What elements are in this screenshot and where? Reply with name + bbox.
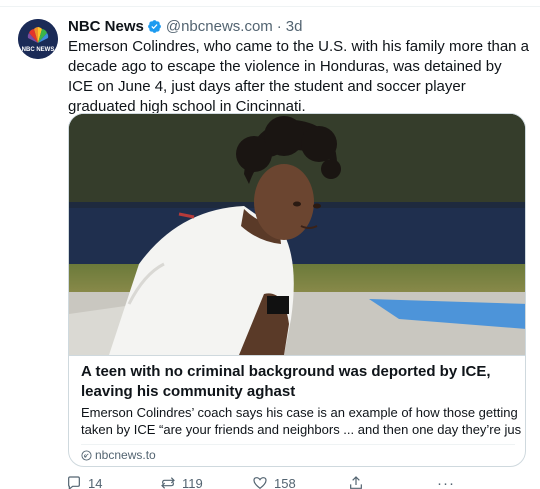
more-icon[interactable]: ··· — [437, 473, 455, 489]
tweet[interactable]: NBC NEWS NBC News @nbcnews.com · 3d Emer… — [0, 7, 540, 489]
reply-button[interactable]: 14 — [66, 473, 102, 489]
tweet-text: Emerson Colindres, who came to the U.S. … — [68, 38, 530, 115]
separator-dot: · — [276, 17, 282, 35]
tweet-header: NBC News @nbcnews.com · 3d — [68, 16, 302, 36]
repost-icon — [161, 477, 175, 489]
card-domain-text: nbcnews.to — [95, 448, 156, 462]
verified-icon — [147, 19, 162, 34]
like-icon — [253, 477, 267, 489]
card-image[interactable] — [69, 114, 525, 355]
link-card[interactable]: A teen with no criminal background was d… — [68, 113, 526, 467]
card-domain[interactable]: nbcnews.to — [81, 447, 156, 463]
like-count: 158 — [274, 475, 296, 489]
tweet-actions: 14 119 158 ··· — [62, 473, 482, 489]
avatar[interactable]: NBC NEWS — [18, 19, 58, 59]
card-title[interactable]: A teen with no criminal background was d… — [81, 362, 517, 402]
repost-count: 119 — [182, 475, 203, 489]
link-icon — [81, 449, 92, 461]
handle[interactable]: @nbcnews.com — [166, 18, 273, 35]
card-description: Emerson Colindres’ coach says his case i… — [81, 404, 521, 438]
timestamp[interactable]: 3d — [286, 18, 303, 35]
reply-count: 14 — [88, 475, 103, 489]
nbc-peacock-icon: NBC NEWS — [18, 19, 58, 59]
avatar-text: NBC NEWS — [22, 47, 55, 53]
more-button-label: ··· — [437, 474, 455, 489]
card-body[interactable]: A teen with no criminal background was d… — [69, 355, 525, 466]
card-divider — [81, 444, 515, 445]
card-description-line-1: Emerson Colindres’ coach says his case i… — [81, 405, 518, 420]
share-button[interactable] — [348, 473, 370, 489]
display-name[interactable]: NBC News — [68, 18, 144, 35]
like-button[interactable]: 158 — [252, 473, 296, 489]
repost-button[interactable]: 119 — [160, 473, 203, 489]
card-description-line-2: taken by ICE “are your friends and neigh… — [81, 422, 521, 437]
share-icon — [350, 476, 362, 489]
reply-icon — [68, 476, 80, 489]
